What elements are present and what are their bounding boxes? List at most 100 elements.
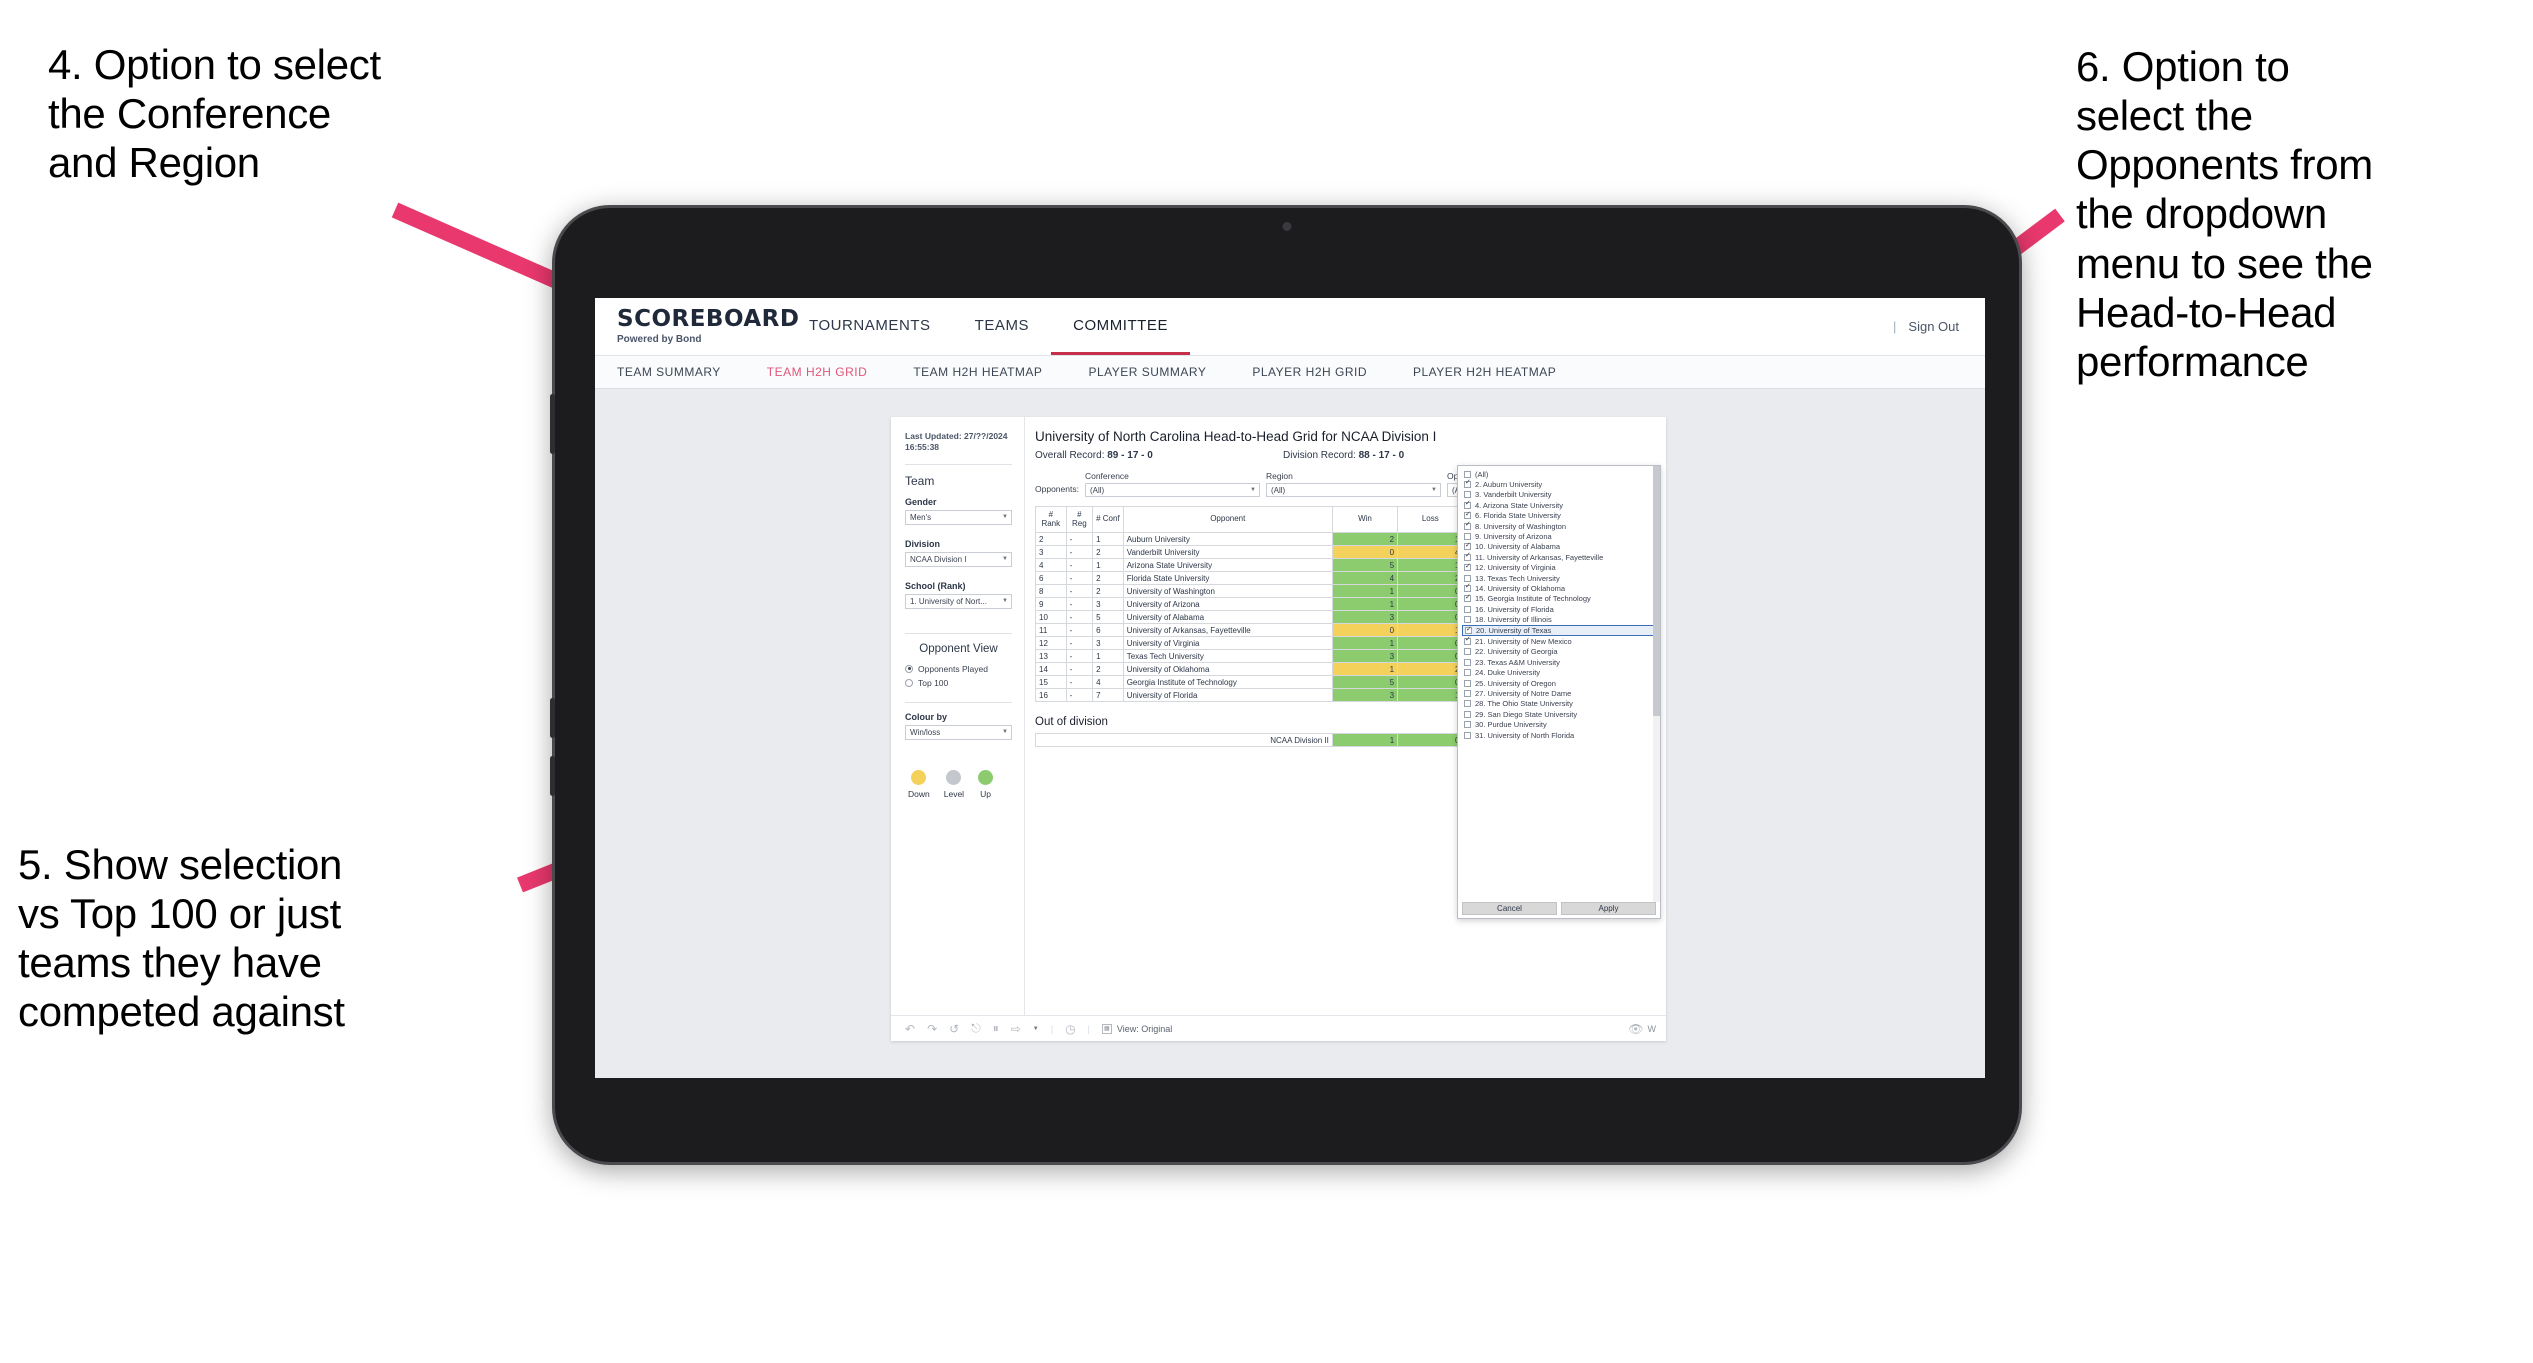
share-icon[interactable]: ⇨ [1011, 1022, 1021, 1036]
table-row[interactable]: 6-2Florida State University42 [1035, 571, 1490, 585]
checkbox-icon[interactable] [1464, 583, 1471, 592]
checkbox-icon[interactable] [1464, 491, 1471, 499]
dropdown-item[interactable]: 3. Vanderbilt University [1462, 490, 1660, 500]
dropdown-item[interactable]: 22. University of Georgia [1462, 647, 1660, 657]
refresh-icon[interactable]: ⎋ [971, 1021, 981, 1036]
table-row[interactable]: 8-2University of Washington10 [1035, 584, 1490, 598]
out-of-division-row[interactable]: NCAA Division II10 [1035, 733, 1490, 747]
checkbox-icon[interactable] [1464, 511, 1471, 520]
col-rank[interactable]: # Rank [1035, 506, 1067, 533]
checkbox-icon[interactable] [1464, 710, 1471, 718]
brand-logo[interactable]: SCOREBOARD Powered by Bond [617, 298, 799, 355]
apply-button[interactable]: Apply [1561, 902, 1656, 915]
table-row[interactable]: 10-5University of Alabama30 [1035, 610, 1490, 624]
checkbox-icon[interactable] [1464, 679, 1471, 687]
opponent-dropdown-list[interactable]: (All)2. Auburn University3. Vanderbilt U… [1458, 466, 1660, 902]
checkbox-icon[interactable] [1464, 605, 1471, 613]
opponent-dropdown-menu[interactable]: (All)2. Auburn University3. Vanderbilt U… [1457, 465, 1661, 919]
checkbox-icon[interactable] [1464, 658, 1471, 666]
dropdown-item[interactable]: 28. The Ohio State University [1462, 699, 1660, 709]
nav-item-committee[interactable]: COMMITTEE [1051, 298, 1191, 355]
checkbox-icon[interactable] [1464, 721, 1471, 729]
undo-icon[interactable]: ↶ [905, 1022, 915, 1036]
dropdown-item[interactable]: 21. University of New Mexico [1462, 636, 1660, 646]
view-original-button[interactable]: ▦ View: Original [1101, 1023, 1172, 1034]
table-row[interactable]: 9-3University of Arizona10 [1035, 597, 1490, 611]
dropdown-item[interactable]: 4. Arizona State University [1462, 500, 1660, 510]
dropdown-item[interactable]: 2. Auburn University [1462, 479, 1660, 489]
dropdown-item[interactable]: 25. University of Oregon [1462, 678, 1660, 688]
checkbox-icon[interactable] [1464, 500, 1471, 509]
col-reg[interactable]: # Reg [1065, 506, 1094, 533]
timer-icon[interactable]: ◷ [1065, 1022, 1075, 1036]
table-row[interactable]: 14-2University of Oklahoma12 [1035, 662, 1490, 676]
checkbox-icon[interactable] [1464, 731, 1471, 739]
power-button[interactable] [550, 394, 555, 454]
region-select[interactable]: (All) ▼ [1265, 483, 1441, 497]
dropdown-item[interactable]: 8. University of Washington [1462, 521, 1660, 531]
checkbox-icon[interactable] [1465, 626, 1472, 635]
checkbox-icon[interactable] [1464, 648, 1471, 656]
dropdown-item[interactable]: 16. University of Florida [1462, 604, 1660, 614]
dropdown-item[interactable]: 18. University of Illinois [1462, 614, 1660, 624]
chevron-down-icon[interactable]: ▼ [1033, 1026, 1039, 1032]
col-loss[interactable]: Loss [1397, 506, 1464, 533]
checkbox-icon[interactable] [1464, 470, 1471, 478]
colour-by-select[interactable]: Win/loss ▼ [905, 724, 1012, 740]
dropdown-item[interactable]: 30. Purdue University [1462, 719, 1660, 729]
conference-select[interactable]: (All) ▼ [1084, 483, 1260, 497]
checkbox-icon[interactable] [1464, 552, 1471, 561]
table-row[interactable]: 3-2Vanderbilt University04 [1035, 545, 1490, 559]
checkbox-icon[interactable] [1464, 690, 1471, 697]
dropdown-item[interactable]: 29. San Diego State University [1462, 709, 1660, 719]
checkbox-icon[interactable] [1464, 521, 1471, 530]
nav-item-teams[interactable]: TEAMS [953, 298, 1051, 355]
subnav-team-h2h-heatmap[interactable]: TEAM H2H HEATMAP [913, 365, 1068, 379]
redo-icon[interactable]: ↷ [927, 1022, 937, 1036]
division-select[interactable]: NCAA Division I ▼ [905, 551, 1012, 567]
dropdown-item[interactable]: 14. University of Oklahoma [1462, 583, 1660, 593]
dropdown-item[interactable]: 27. University of Notre Dame [1462, 688, 1660, 698]
dropdown-item[interactable]: 15. Georgia Institute of Technology [1462, 594, 1660, 604]
revert-icon[interactable]: ↺ [949, 1022, 959, 1036]
dropdown-item[interactable]: 9. University of Arizona [1462, 531, 1660, 541]
school-select[interactable]: 1. University of Nort... ▼ [905, 593, 1012, 609]
dropdown-item[interactable]: (All) [1462, 469, 1660, 479]
dropdown-item[interactable]: 12. University of Virginia [1462, 563, 1660, 573]
table-row[interactable]: 12-3University of Virginia10 [1035, 636, 1490, 650]
col-conf[interactable]: # Conf [1092, 506, 1124, 533]
dropdown-item[interactable]: 6. Florida State University [1462, 511, 1660, 521]
dropdown-item[interactable]: 13. Texas Tech University [1462, 573, 1660, 583]
checkbox-icon[interactable] [1464, 669, 1471, 677]
table-row[interactable]: 4-1Arizona State University51 [1035, 558, 1490, 572]
table-row[interactable]: 16-7University of Florida31 [1035, 688, 1490, 702]
checkbox-icon[interactable] [1464, 563, 1471, 572]
dropdown-item[interactable]: 20. University of Texas [1462, 624, 1660, 637]
dropdown-item[interactable]: 31. University of North Florida [1462, 730, 1660, 740]
dropdown-item[interactable]: 10. University of Alabama [1462, 542, 1660, 552]
pause-icon[interactable]: ⏸ [993, 1021, 999, 1036]
table-row[interactable]: 13-1Texas Tech University30 [1035, 649, 1490, 663]
checkbox-icon[interactable] [1464, 533, 1471, 541]
volume-down-button[interactable] [550, 756, 555, 796]
dropdown-item[interactable]: 11. University of Arkansas, Fayetteville [1462, 552, 1660, 562]
table-row[interactable]: 11-6 University of Arkansas, Fayetteville… [1035, 623, 1490, 637]
sign-out-link[interactable]: Sign Out [1908, 319, 1959, 334]
checkbox-icon[interactable] [1464, 574, 1471, 582]
checkbox-icon[interactable] [1464, 636, 1471, 646]
table-row[interactable]: 2-1Auburn University21 [1035, 532, 1490, 546]
cancel-button[interactable]: Cancel [1462, 902, 1557, 915]
nav-item-tournaments[interactable]: TOURNAMENTS [787, 298, 953, 355]
eye-icon[interactable]: 👁 [1628, 1022, 1643, 1036]
subnav-player-h2h-heatmap[interactable]: PLAYER H2H HEATMAP [1413, 365, 1582, 379]
table-row[interactable]: 15-4Georgia Institute of Technology50 [1035, 675, 1490, 689]
radio-top-100[interactable]: Top 100 [905, 678, 1012, 688]
col-win[interactable]: Win [1331, 506, 1399, 533]
checkbox-icon[interactable] [1464, 594, 1471, 603]
volume-up-button[interactable] [550, 698, 555, 738]
checkbox-icon[interactable] [1464, 542, 1471, 551]
col-opponent[interactable]: Opponent [1122, 506, 1333, 533]
subnav-player-h2h-grid[interactable]: PLAYER H2H GRID [1252, 365, 1393, 379]
checkbox-icon[interactable] [1464, 479, 1471, 489]
dropdown-item[interactable]: 24. Duke University [1462, 668, 1660, 678]
